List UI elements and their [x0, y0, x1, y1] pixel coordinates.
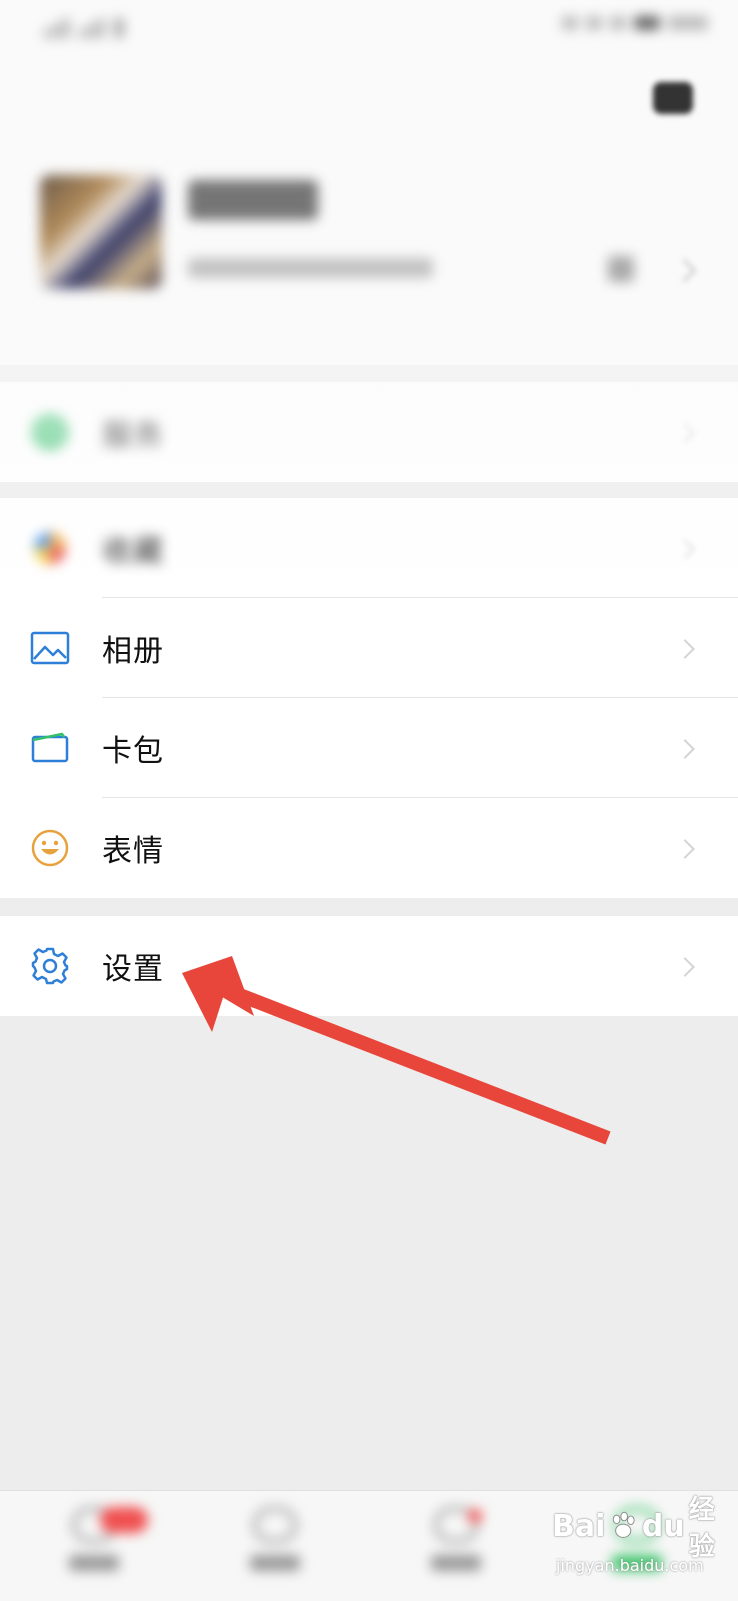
paw-icon [613, 1511, 635, 1538]
chevron-right-icon [675, 539, 695, 559]
menu-item-stickers[interactable]: 表情 [0, 798, 738, 898]
watermark-suffix: 经验 [688, 1495, 715, 1562]
tab-contacts[interactable] [235, 1507, 315, 1597]
chevron-right-icon [675, 423, 695, 443]
watermark-url: jingyan.baidu.com [556, 1556, 704, 1575]
menu-item-label: 卡包 [102, 734, 164, 769]
menu-item-label: 相册 [102, 634, 164, 669]
status-bar-signal [44, 14, 124, 42]
favorites-icon [30, 528, 70, 568]
avatar[interactable] [40, 175, 162, 289]
menu-item-album[interactable]: 相册 [0, 598, 738, 698]
menu-item-services[interactable]: 服务 [0, 382, 738, 482]
menu-item-label: 服务 [102, 418, 164, 453]
chevron-right-icon [675, 639, 695, 659]
menu-item-settings[interactable]: 设置 [0, 916, 738, 1016]
menu-item-label: 设置 [102, 952, 164, 987]
nickname [188, 180, 318, 220]
sticker-smile-icon [30, 828, 70, 868]
baidu-watermark: Bai du 经验 [552, 1495, 738, 1562]
watermark-brand: Bai [552, 1508, 606, 1544]
photo-album-icon [30, 628, 70, 668]
card-wallet-icon [30, 728, 70, 768]
watermark-brand-2: du [641, 1508, 685, 1544]
menu-item-label: 收藏 [102, 534, 164, 569]
camera-icon[interactable] [653, 82, 693, 114]
wechat-id [188, 258, 433, 278]
menu-item-label: 表情 [102, 834, 164, 869]
new-dot-badge [468, 1509, 482, 1523]
chevron-right-icon [675, 739, 695, 759]
menu-item-card-wallet[interactable]: 卡包 [0, 698, 738, 798]
tab-chats[interactable] [54, 1507, 148, 1597]
chevron-right-icon [672, 258, 697, 283]
gear-icon [30, 946, 70, 986]
tab-discover[interactable] [416, 1507, 496, 1597]
chevron-right-icon [675, 957, 695, 977]
qr-code-icon[interactable] [608, 256, 634, 282]
wechat-pay-icon [30, 412, 70, 452]
status-bar-right [562, 16, 708, 30]
chevron-right-icon [675, 839, 695, 859]
profile-header [0, 0, 738, 365]
unread-badge [100, 1507, 148, 1533]
menu-item-favorites[interactable]: 收藏 [0, 498, 738, 598]
